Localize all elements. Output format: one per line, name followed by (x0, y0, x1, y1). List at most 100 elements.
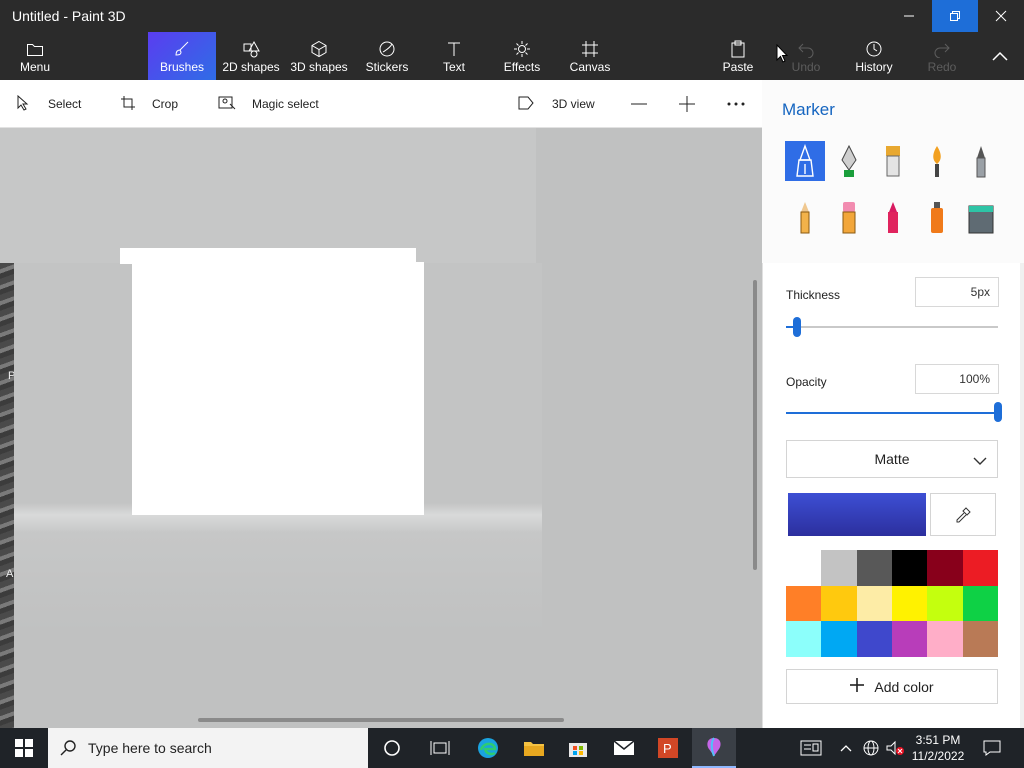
opacity-input[interactable]: 100% (915, 364, 999, 394)
drawing-canvas[interactable] (132, 262, 424, 515)
file-explorer-app[interactable] (512, 728, 556, 768)
tab-effects[interactable]: Effects (500, 32, 544, 80)
select-button[interactable]: Select (16, 80, 81, 128)
news-icon (800, 740, 822, 756)
paste-button[interactable]: Paste (718, 32, 758, 80)
clock-time: 3:51 PM (915, 733, 961, 747)
brush-icon (173, 38, 191, 60)
color-swatch[interactable] (821, 550, 857, 586)
color-swatch[interactable] (786, 621, 822, 657)
taskbar-search-box[interactable]: Type here to search (48, 728, 368, 768)
color-swatch[interactable] (786, 550, 822, 586)
current-color-swatch[interactable] (788, 493, 926, 536)
finish-dropdown[interactable]: Matte (786, 440, 998, 478)
calligraphy-pen-brush[interactable] (829, 141, 869, 181)
tab-3d-shapes[interactable]: 3D shapes (288, 32, 350, 80)
eyedropper-button[interactable] (930, 493, 996, 536)
finish-value: Matte (874, 451, 910, 467)
tab-text[interactable]: Text (436, 32, 472, 80)
pencil-icon (800, 202, 810, 234)
brushes-label: Brushes (159, 60, 205, 74)
pixel-pen-brush[interactable] (961, 141, 1001, 181)
zoom-in-button[interactable] (678, 80, 696, 128)
task-view-icon (430, 741, 450, 755)
fill-bucket-brush[interactable] (961, 197, 1001, 237)
panel-scrollbar[interactable] (1020, 263, 1024, 728)
sticker-icon (378, 38, 396, 60)
minus-icon (631, 103, 647, 105)
task-view-button[interactable] (418, 728, 462, 768)
thickness-slider-thumb[interactable] (792, 317, 801, 337)
cube-icon (310, 38, 328, 60)
oil-brush[interactable] (873, 141, 913, 181)
zoom-out-button[interactable] (630, 80, 648, 128)
color-swatch[interactable] (821, 621, 857, 657)
magic-select-label: Magic select (252, 97, 319, 111)
show-hidden-icons-button[interactable] (836, 728, 856, 768)
menu-button[interactable]: Menu (12, 32, 58, 80)
color-swatch[interactable] (891, 550, 928, 586)
close-button[interactable] (978, 0, 1024, 32)
thickness-slider-track[interactable] (786, 326, 998, 328)
color-swatch[interactable] (927, 550, 963, 586)
notifications-button[interactable] (978, 728, 1006, 768)
eraser-brush[interactable] (829, 197, 869, 237)
more-options-button[interactable] (726, 80, 746, 128)
restore-button[interactable] (932, 0, 978, 32)
chevron-up-icon (992, 45, 1008, 67)
2d-shapes-label: 2D shapes (222, 60, 280, 74)
color-swatch[interactable] (962, 621, 998, 657)
color-swatch[interactable] (856, 550, 892, 586)
undo-label: Undo (791, 60, 821, 74)
color-swatch[interactable] (962, 550, 998, 586)
color-swatch[interactable] (891, 621, 928, 657)
color-swatch[interactable] (927, 585, 963, 622)
start-button[interactable] (0, 728, 48, 768)
color-swatch[interactable] (856, 621, 892, 657)
crayon-brush[interactable] (873, 197, 913, 237)
minimize-button[interactable] (886, 0, 932, 32)
color-swatch[interactable] (856, 585, 892, 622)
store-app[interactable] (556, 728, 600, 768)
opacity-slider-thumb[interactable] (994, 402, 1002, 422)
crayon-icon (888, 202, 898, 233)
tab-brushes[interactable]: Brushes (148, 32, 216, 80)
marker-brush[interactable] (785, 141, 825, 181)
pencil-brush[interactable] (785, 197, 825, 237)
color-swatch[interactable] (927, 621, 963, 657)
cortana-button[interactable] (370, 728, 414, 768)
history-label: History (855, 60, 893, 74)
undo-button[interactable]: Undo (784, 32, 828, 80)
thickness-input[interactable]: 5px (915, 277, 999, 307)
add-color-button[interactable]: Add color (786, 669, 998, 704)
volume-muted-icon (886, 740, 904, 756)
collapse-ribbon-button[interactable] (984, 32, 1016, 80)
crop-button[interactable]: Crop (120, 80, 178, 128)
color-swatch[interactable] (962, 585, 998, 622)
vertical-scrollbar[interactable] (753, 280, 757, 570)
powerpoint-app[interactable]: P (646, 728, 690, 768)
network-button[interactable] (860, 728, 882, 768)
tab-2d-shapes[interactable]: 2D shapes (220, 32, 282, 80)
tab-stickers[interactable]: Stickers (362, 32, 412, 80)
paint3d-app[interactable] (692, 728, 736, 768)
history-button[interactable]: History (850, 32, 898, 80)
news-widget[interactable] (796, 728, 826, 768)
edge-app[interactable] (466, 728, 510, 768)
horizontal-scrollbar[interactable] (198, 718, 564, 722)
color-swatch[interactable] (786, 585, 822, 622)
taskbar-clock[interactable]: 3:51 PM 11/2/2022 (908, 732, 968, 764)
oil-brush-icon (886, 146, 900, 177)
watercolor-brush[interactable] (917, 141, 957, 181)
tab-canvas[interactable]: Canvas (566, 32, 614, 80)
color-swatch[interactable] (821, 585, 857, 622)
color-swatch[interactable] (891, 585, 928, 622)
3d-view-button[interactable]: 3D view (518, 80, 595, 128)
redo-button[interactable]: Redo (920, 32, 964, 80)
mail-app[interactable] (602, 728, 646, 768)
clipboard-icon (729, 38, 747, 60)
spray-can-brush[interactable] (917, 197, 957, 237)
volume-button[interactable] (884, 728, 906, 768)
desktop-edge-letter: A (6, 568, 14, 580)
magic-select-button[interactable]: Magic select (218, 80, 319, 128)
